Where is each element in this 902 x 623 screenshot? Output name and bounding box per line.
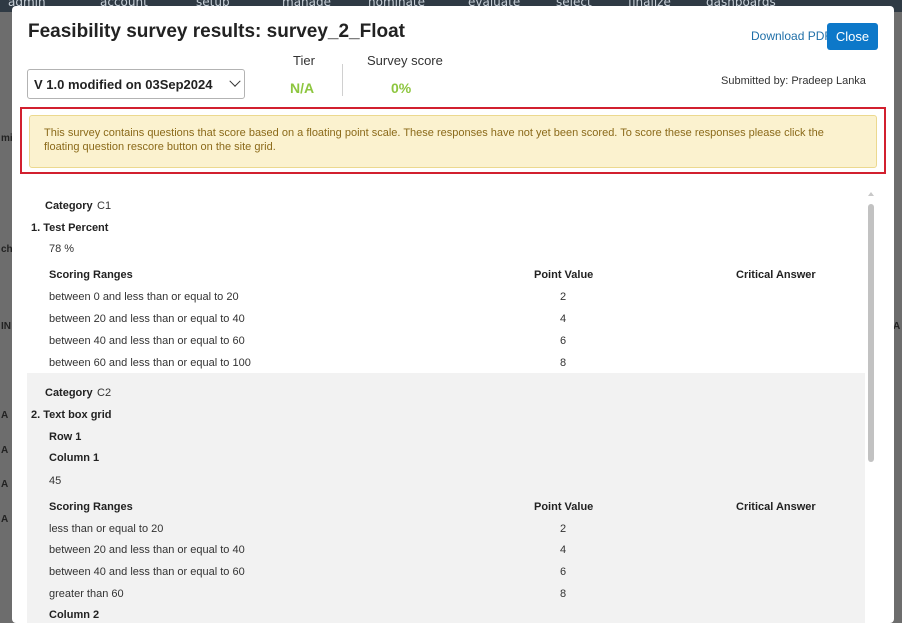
category-value: C2	[97, 387, 112, 399]
bg-text: A	[1, 479, 9, 490]
modal-title: Feasibility survey results: survey_2_Flo…	[28, 21, 406, 42]
point-value: 6	[559, 335, 567, 347]
chevron-down-icon	[229, 75, 241, 87]
question-title: 1. Test Percent	[31, 222, 109, 234]
point-value: 8	[559, 588, 567, 600]
scoring-range: between 60 and less than or equal to 100	[49, 357, 251, 369]
category-label: Category	[45, 200, 93, 212]
survey-results-modal: Feasibility survey results: survey_2_Flo…	[12, 6, 894, 623]
category-label: Category	[45, 387, 93, 399]
version-select-value: V 1.0 modified on 03Sep2024	[34, 77, 213, 92]
bg-text: A	[1, 514, 9, 525]
scoring-range: between 20 and less than or equal to 40	[49, 313, 245, 325]
survey-content: Category C1 1. Test Percent 78 % Scoring…	[27, 188, 865, 623]
point-value: 4	[559, 313, 567, 325]
point-value: 8	[559, 357, 567, 369]
download-pdf-link[interactable]: Download PDF	[751, 29, 832, 43]
question-title: 2. Text box grid	[31, 409, 112, 421]
scoring-ranges-header: Scoring Ranges	[49, 501, 133, 513]
point-value-header: Point Value	[534, 501, 594, 513]
category-value: C1	[97, 200, 112, 212]
header-divider	[342, 64, 343, 96]
version-select[interactable]: V 1.0 modified on 03Sep2024	[27, 69, 245, 99]
survey-score-value: 0%	[391, 80, 412, 96]
point-value: 6	[559, 566, 567, 578]
bg-text: IN	[1, 321, 11, 332]
content-scrollbar[interactable]	[868, 192, 874, 622]
scroll-up-arrow-icon[interactable]	[868, 192, 874, 196]
point-value: 2	[559, 291, 567, 303]
critical-answer-header: Critical Answer	[736, 269, 816, 281]
grid-row-label: Row 1	[49, 431, 82, 443]
survey-score-label: Survey score	[367, 53, 443, 68]
close-button[interactable]: Close	[827, 23, 878, 50]
scoring-range: between 20 and less than or equal to 40	[49, 544, 245, 556]
point-value: 2	[559, 523, 567, 535]
grid-column-label: Column 2	[49, 609, 100, 621]
scoring-range: between 40 and less than or equal to 60	[49, 335, 245, 347]
bg-text: ch	[1, 244, 13, 255]
tier-value: N/A	[290, 80, 315, 96]
submitted-by: Submitted by: Pradeep Lanka	[721, 75, 866, 87]
tier-label: Tier	[293, 53, 315, 68]
question-answer: 78 %	[49, 243, 75, 255]
grid-column-label: Column 1	[49, 452, 100, 464]
bg-text: A	[1, 410, 9, 421]
scoring-range: less than or equal to 20	[49, 523, 164, 535]
scoring-range: between 40 and less than or equal to 60	[49, 566, 245, 578]
scoring-range: greater than 60	[49, 588, 124, 600]
scrollbar-thumb[interactable]	[868, 204, 874, 462]
point-value: 4	[559, 544, 567, 556]
scoring-range: between 0 and less than or equal to 20	[49, 291, 239, 303]
section-background	[27, 373, 865, 623]
bg-text: A	[893, 321, 901, 332]
critical-answer-header: Critical Answer	[736, 501, 816, 513]
point-value-header: Point Value	[534, 269, 594, 281]
scoring-warning-message: This survey contains questions that scor…	[29, 115, 877, 168]
bg-text: mi	[1, 133, 13, 144]
bg-text: A	[1, 445, 9, 456]
question-answer: 45	[49, 475, 62, 487]
scoring-ranges-header: Scoring Ranges	[49, 269, 133, 281]
